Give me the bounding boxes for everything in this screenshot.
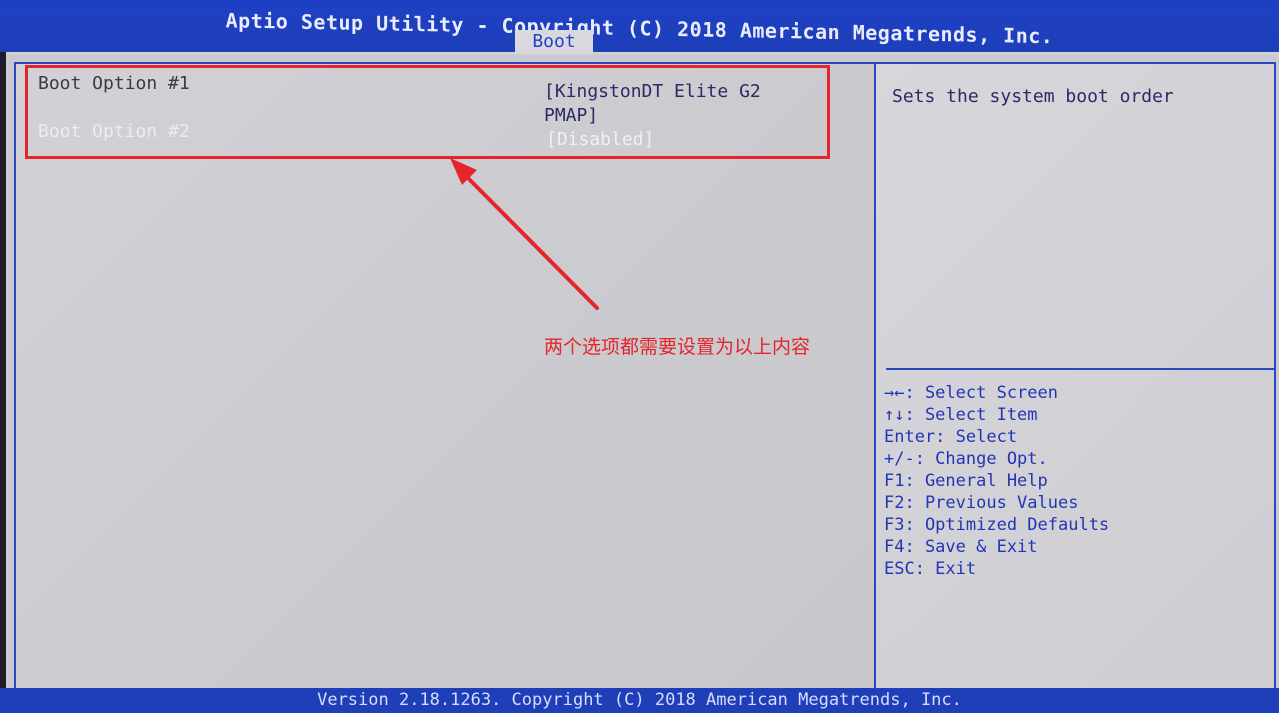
bios-header: Aptio Setup Utility - Copyright (C) 2018…	[0, 0, 1279, 55]
help-divider	[886, 368, 1274, 370]
footer-text: Version 2.18.1263. Copyright (C) 2018 Am…	[317, 690, 962, 710]
key-optimized-defaults: F3: Optimized Defaults	[884, 515, 1110, 535]
key-save-exit: F4: Save & Exit	[884, 537, 1038, 557]
key-enter-select: Enter: Select	[884, 427, 1018, 447]
key-change-opt: +/-: Change Opt.	[884, 449, 1048, 469]
key-legend: →←: Select Screen ↑↓: Select Item Enter:…	[884, 382, 1109, 580]
annotation-text: 两个选项都需要设置为以上内容	[544, 336, 811, 358]
annotation-highlight-box	[25, 65, 830, 159]
key-esc-exit: ESC: Exit	[884, 559, 977, 579]
key-previous-values: F2: Previous Values	[884, 493, 1079, 513]
bios-footer: Version 2.18.1263. Copyright (C) 2018 Am…	[0, 688, 1279, 713]
tab-boot[interactable]: Boot	[515, 30, 593, 54]
monitor-bezel	[0, 52, 6, 692]
header-title: Aptio Setup Utility - Copyright (C) 2018…	[225, 8, 1054, 49]
help-panel: Sets the system boot order →←: Select Sc…	[876, 64, 1274, 688]
key-select-item: ↑↓: Select Item	[884, 405, 1038, 425]
key-general-help: F1: General Help	[884, 471, 1048, 491]
bios-screen: Aptio Setup Utility - Copyright (C) 2018…	[0, 0, 1279, 713]
help-description: Sets the system boot order	[892, 86, 1174, 107]
key-select-screen: →←: Select Screen	[884, 383, 1058, 403]
